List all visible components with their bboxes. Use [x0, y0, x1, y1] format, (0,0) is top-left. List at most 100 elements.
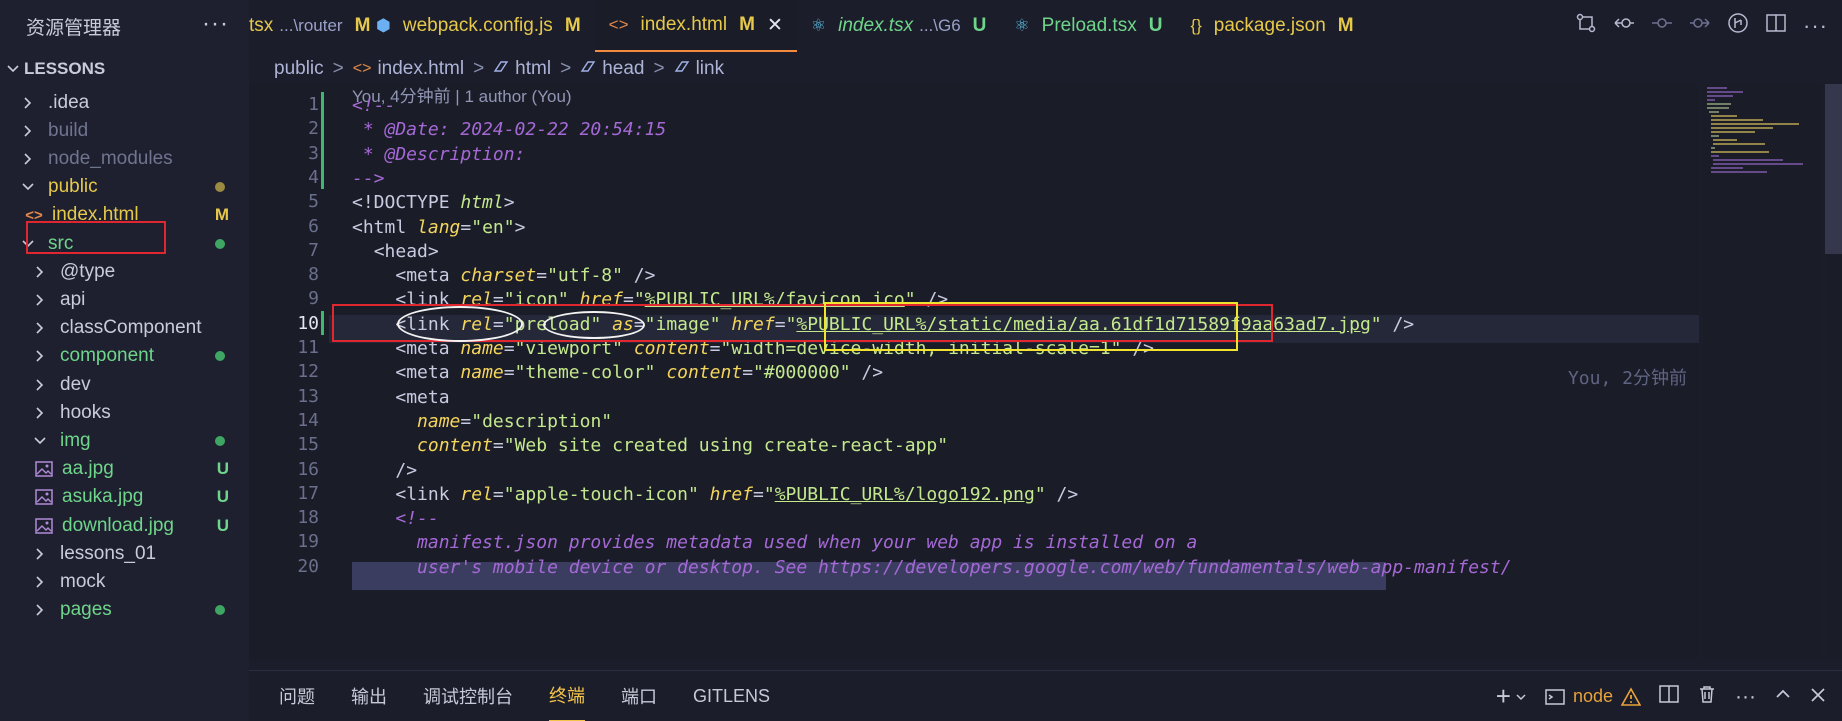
tab-filename: Preload.tsx: [1041, 15, 1137, 36]
panel-tab[interactable]: 端口: [621, 671, 657, 721]
tree-item-label: pages: [60, 599, 112, 621]
line-number: 17: [297, 482, 319, 504]
tree-item-label: lessons_01: [60, 542, 157, 564]
tree-item[interactable]: pages: [0, 594, 249, 627]
editor-tab-bar: tsx ...\router M ⬢ webpack.config.js M <> index…: [249, 0, 1842, 52]
file-type-icon: ⚛: [810, 16, 827, 35]
panel-more-icon[interactable]: ···: [1735, 685, 1756, 709]
tree-item-label: public: [48, 176, 98, 198]
editor-tab[interactable]: ⚛ index.tsx ...\G6 U: [797, 0, 1001, 52]
panel-tab[interactable]: 调试控制台: [423, 671, 513, 721]
terminal-name: node: [1572, 686, 1614, 706]
editor-tab[interactable]: ⚛ Preload.tsx U: [1000, 0, 1176, 52]
modified-dot: [215, 435, 225, 446]
chevron-right-icon: >: [560, 58, 572, 79]
line-number: 18: [297, 507, 319, 529]
workspace-root[interactable]: LESSONS: [0, 52, 249, 85]
modified-dot: [215, 182, 225, 193]
split-editor-icon[interactable]: [1765, 12, 1787, 40]
git-change-marker[interactable]: [321, 310, 324, 335]
explorer-sidebar: 资源管理器 ··· LESSONS .idea build node_modules…: [0, 0, 249, 721]
element-icon: [674, 59, 690, 80]
tab-git-status: U: [1148, 15, 1163, 36]
panel-tab[interactable]: GITLENS: [693, 671, 770, 721]
chevron-right-icon: [32, 321, 48, 335]
new-terminal-button[interactable]: +: [1496, 681, 1527, 712]
commit-icon[interactable]: [1651, 12, 1673, 40]
chevron-right-icon: [32, 547, 48, 561]
panel-tab[interactable]: 输出: [351, 671, 387, 721]
go-forward-commit-icon[interactable]: [1689, 12, 1711, 40]
close-panel-icon[interactable]: [1810, 685, 1826, 709]
annotation-ellipse-as: [543, 311, 645, 339]
panel-tab[interactable]: 问题: [279, 671, 315, 721]
code-editor[interactable]: You, 4分钟前 | 1 author (You) 1 <!-- 2 * @Dat…: [249, 84, 1699, 658]
editor-tab[interactable]: <> index.html M ✕: [594, 0, 797, 52]
scrollbar-thumb[interactable]: [1825, 84, 1842, 254]
tree-item-label: node_modules: [48, 147, 173, 169]
line-number: 11: [297, 337, 319, 358]
chevron-right-icon: [32, 265, 48, 279]
line-number: 14: [297, 409, 319, 431]
chevron-right-icon: [20, 124, 36, 138]
image-file-icon: [34, 517, 54, 534]
chevron-right-icon: >: [332, 58, 344, 79]
terminal-icon: [1545, 688, 1565, 705]
editor-actions: ···: [1575, 0, 1828, 52]
minimap[interactable]: [1703, 84, 1823, 658]
panel-actions: + node ···: [1496, 671, 1826, 721]
git-change-marker[interactable]: [321, 92, 324, 190]
tree-item-label: download.jpg: [62, 514, 174, 536]
line-number: 9: [308, 288, 319, 310]
editor-tab[interactable]: {} package.json M: [1176, 0, 1367, 52]
line-number: 8: [308, 264, 319, 286]
element-icon: [580, 59, 596, 80]
file-type-icon: <>: [608, 15, 629, 34]
chevron-down-icon: [20, 180, 36, 194]
plus-icon: +: [1495, 681, 1511, 711]
breadcrumb-index-html[interactable]: index.html: [377, 58, 464, 80]
line-number: 3: [308, 142, 319, 164]
annotation-yellow-box-href: [824, 302, 1238, 351]
close-tab-icon[interactable]: ✕: [767, 14, 783, 37]
chevron-right-icon: >: [473, 58, 485, 79]
line-number: 13: [297, 385, 319, 407]
breadcrumb-html[interactable]: html: [515, 58, 551, 80]
trash-icon[interactable]: [1697, 684, 1717, 710]
split-terminal-icon[interactable]: [1659, 684, 1679, 710]
line-number: 16: [297, 458, 319, 480]
breadcrumb-link[interactable]: link: [696, 58, 725, 80]
chevron-right-icon: >: [653, 58, 665, 79]
more-actions-icon[interactable]: ···: [1803, 13, 1828, 39]
terminal-selector[interactable]: node: [1545, 686, 1642, 707]
workspace-root-label: LESSONS: [24, 58, 106, 78]
annotation-ellipse-rel: [397, 306, 523, 342]
editor-tab[interactable]: tsx ...\router M: [249, 0, 370, 52]
tab-filename: tsx: [249, 15, 274, 36]
code-line[interactable]: user's mobile device or desktop. See htt…: [352, 554, 1512, 582]
panel-tab-bar: 问题 输出 调试控制台 终端 端口 GITLENS + node ···: [249, 670, 1842, 721]
code-line[interactable]: content="Web site created using create-r…: [352, 432, 948, 460]
gitlens-icon[interactable]: [1727, 12, 1749, 40]
line-number: 6: [308, 215, 319, 237]
panel-tab[interactable]: 终端: [549, 671, 585, 721]
source-control-compare-icon[interactable]: [1575, 12, 1597, 40]
tree-item-label: build: [48, 119, 89, 141]
tree-item-label: hooks: [60, 401, 111, 423]
tree-item-label: aa.jpg: [62, 458, 114, 480]
git-status-badge: U: [216, 515, 229, 535]
breadcrumb-public[interactable]: public: [274, 58, 324, 80]
line-number: 5: [308, 191, 319, 213]
breadcrumb-head[interactable]: head: [602, 58, 644, 80]
chevron-right-icon: [32, 575, 48, 589]
image-file-icon: [34, 461, 54, 477]
line-number: 7: [308, 239, 319, 261]
explorer-more-icon[interactable]: ···: [202, 10, 229, 38]
tree-item-label: mock: [60, 570, 106, 592]
editor-tab[interactable]: ⬢ webpack.config.js M: [362, 0, 595, 52]
code-line[interactable]: <link rel="apple-touch-icon" href="%PUBL…: [352, 481, 1078, 509]
go-back-commit-icon[interactable]: [1613, 12, 1635, 40]
line-number: 4: [308, 166, 319, 188]
maximize-panel-icon[interactable]: [1774, 685, 1792, 709]
tab-filename: package.json: [1213, 15, 1326, 36]
